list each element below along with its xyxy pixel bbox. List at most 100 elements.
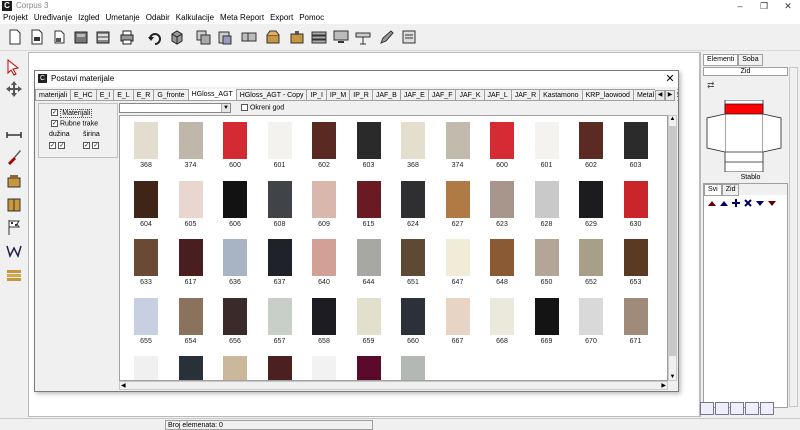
tab-krp-laowood[interactable]: KRP_laowood (581, 89, 634, 100)
move-down-icon[interactable] (756, 201, 764, 206)
tab-hgloss-agt-copy[interactable]: HGloss_AGT - Copy (235, 89, 308, 100)
move-up-icon[interactable] (720, 201, 728, 206)
view-list-icon[interactable] (730, 402, 744, 415)
tab-jaf-k[interactable]: JAF_K (455, 89, 485, 100)
material-swatch[interactable] (623, 122, 648, 159)
okreni-god-checkbox[interactable] (241, 104, 248, 111)
tab-jaf-f[interactable]: JAF_F (427, 89, 457, 100)
material-swatch[interactable] (312, 122, 336, 159)
sirina-checkbox-1[interactable]: ✓ (83, 142, 90, 150)
menu-kalkulacije[interactable]: Kalkulacije (173, 12, 217, 24)
material-swatch[interactable] (356, 180, 381, 218)
materijali-checkbox[interactable]: ✓ (51, 109, 58, 117)
tab-elementi[interactable]: Elementi (703, 54, 739, 66)
material-swatch[interactable] (223, 356, 247, 380)
material-swatch[interactable] (579, 122, 603, 159)
material-swatch[interactable] (178, 122, 203, 159)
material-swatch[interactable] (356, 239, 381, 276)
minimize-button[interactable]: – (728, 0, 752, 12)
material-swatch[interactable] (579, 239, 603, 276)
material-swatch[interactable] (134, 122, 158, 159)
cube-icon[interactable] (168, 28, 186, 46)
tab-g-fronte[interactable]: G_fronte (153, 89, 189, 100)
material-swatch[interactable] (356, 297, 381, 335)
open-file-icon[interactable] (28, 28, 46, 46)
tab-ip-m[interactable]: IP_M (325, 89, 351, 100)
room-plan-preview[interactable] (705, 100, 785, 172)
material-swatch[interactable] (134, 297, 158, 335)
undo-icon[interactable] (146, 28, 164, 46)
material-swatch[interactable] (356, 356, 381, 380)
menu-uredivanje[interactable]: Uređivanje (31, 12, 75, 24)
rubne-checkbox[interactable]: ✓ (51, 120, 58, 127)
tab-e-i[interactable]: E_I (95, 89, 115, 100)
right-panel-scrollbar[interactable] (789, 67, 798, 407)
material-swatch[interactable] (223, 239, 247, 276)
sirina-checkbox-2[interactable]: ✓ (92, 142, 100, 150)
notebook-icon[interactable] (400, 28, 418, 46)
zid-selector[interactable]: Zid (703, 67, 788, 76)
material-dropdown[interactable]: ▼ (119, 103, 231, 113)
scroll-down-button[interactable]: ▼ (669, 374, 676, 380)
material-swatch[interactable] (178, 180, 203, 218)
remove-icon[interactable] (744, 199, 752, 207)
swap-icon[interactable]: ⇄ (707, 80, 715, 91)
menu-meta-report[interactable]: Meta Report (217, 12, 267, 24)
move-bottom-icon[interactable] (768, 201, 776, 206)
material-swatch[interactable] (534, 297, 559, 335)
material-swatch[interactable] (490, 180, 514, 218)
paste-element-icon[interactable] (216, 28, 234, 46)
material-swatch[interactable] (312, 239, 336, 276)
add-icon[interactable] (732, 199, 740, 207)
menu-odabir[interactable]: Odabir (143, 12, 173, 24)
grid-horizontal-scrollbar[interactable]: ◀ ▶ (119, 381, 668, 390)
scroll-thumb[interactable] (669, 126, 676, 356)
material-swatch[interactable] (445, 239, 470, 276)
material-swatch[interactable] (267, 297, 292, 335)
material-swatch[interactable] (401, 297, 425, 335)
material-swatch[interactable] (223, 122, 247, 159)
view-side-icon[interactable] (760, 402, 774, 415)
view-grid-icon[interactable] (745, 402, 759, 415)
menu-export[interactable]: Export (267, 12, 296, 24)
cabinet-tool-icon[interactable] (5, 196, 23, 214)
pencil-icon[interactable] (378, 28, 396, 46)
material-swatch[interactable] (490, 297, 514, 335)
tab-jaf-b[interactable]: JAF_B (371, 89, 401, 100)
material-swatch[interactable] (178, 239, 203, 276)
monitor-icon[interactable] (332, 28, 350, 46)
tab-kastamono[interactable]: Kastamono (539, 89, 583, 100)
dialog-close-button[interactable]: ✕ (663, 72, 677, 86)
maximize-button[interactable]: ❐ (752, 0, 776, 12)
print-icon[interactable] (118, 28, 136, 46)
tab-ip-i[interactable]: IP_I (306, 89, 327, 100)
tab-zid[interactable]: Zid (721, 184, 740, 196)
tree-panel[interactable]: Svi Zid (703, 183, 788, 408)
dimension-icon[interactable] (5, 126, 23, 144)
grid-vertical-scrollbar[interactable]: ▲ ▼ (668, 115, 677, 381)
tab-e-r[interactable]: E_R (132, 89, 155, 100)
cabinet-open-icon[interactable] (50, 28, 68, 46)
material-swatch[interactable] (223, 180, 247, 218)
material-swatch[interactable] (178, 356, 203, 380)
material-swatch[interactable] (534, 122, 559, 159)
material-swatch[interactable] (312, 356, 336, 380)
material-swatch[interactable] (579, 180, 603, 218)
tab-materijali[interactable]: materijali (35, 89, 72, 100)
material-swatch[interactable] (623, 297, 648, 335)
scroll-up-button[interactable]: ▲ (669, 116, 676, 122)
material-swatch[interactable] (178, 297, 203, 335)
chevron-down-icon[interactable]: ▼ (221, 104, 230, 112)
material-swatch[interactable] (401, 356, 425, 380)
tab-scroll-left-button[interactable]: ◀ (655, 90, 665, 101)
cabinet-drawers-icon[interactable] (94, 28, 112, 46)
layers-icon[interactable] (310, 28, 328, 46)
menu-izgled[interactable]: Izgled (75, 12, 102, 24)
material-swatch[interactable] (267, 239, 292, 276)
material-swatch[interactable] (134, 239, 158, 276)
material-swatch[interactable] (401, 239, 425, 276)
material-swatch[interactable] (401, 180, 425, 218)
material-swatch[interactable] (312, 297, 336, 335)
material-swatch[interactable] (267, 356, 292, 380)
material-swatch[interactable] (312, 180, 336, 218)
